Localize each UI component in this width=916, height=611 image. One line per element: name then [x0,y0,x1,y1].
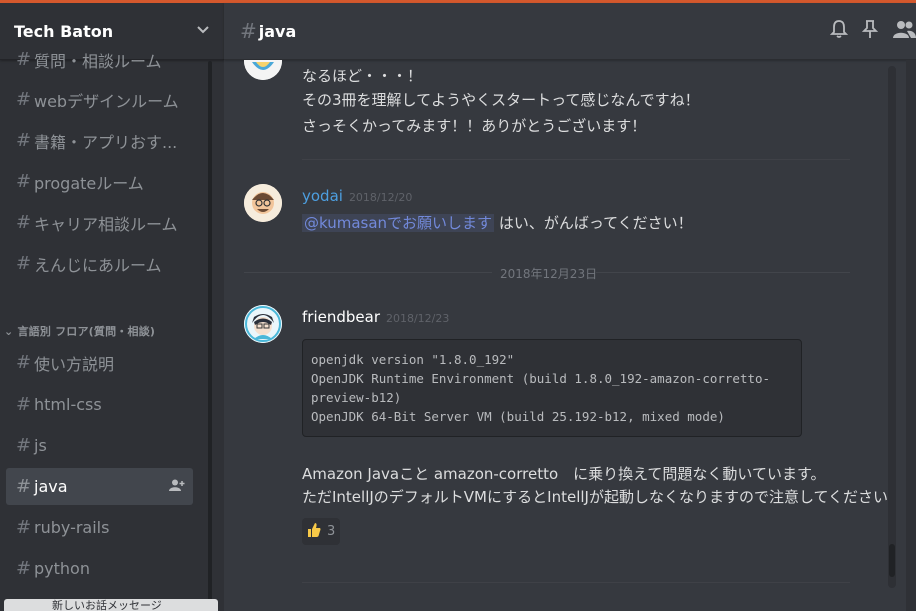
channel-label: ruby-rails [34,518,110,537]
reaction-count: 3 [327,524,336,539]
sidebar-scrollbar[interactable] [208,61,212,611]
chat-scrollbar-track[interactable] [888,66,896,588]
date-separator: 2018年12月23日 [244,265,850,281]
message-text: さっそくかってみます！！ありがとうございます！ [302,117,647,135]
channel-label: python [34,559,90,578]
channel-item[interactable]: # キャリア相談ルーム [6,204,193,241]
channel-item[interactable]: # 使い方説明 [6,344,193,381]
channel-sidebar: Tech Baton # 質問・相談ルーム # webデザインルーム # 書籍・… [0,3,224,611]
hash-icon: # [16,558,32,579]
message-text: ただIntellJのデフォルトVMにするとIntellJが起動しなくなりますので… [302,488,904,506]
timestamp: 2018/12/23 [385,312,450,325]
message-text: なるほど・・・！ [302,67,423,85]
channel-label: 書籍・アプリおす... [34,132,178,152]
bell-icon[interactable] [830,19,848,39]
user-mention[interactable]: @kumasanでお願いします [302,214,495,232]
category-header[interactable]: ⌄ 言語別 フロア(質問・相談) [4,323,155,339]
message-list: なるほど・・・！ その3冊を理解してようやくスタートって感じなんですね！ さっそ… [224,60,916,611]
code-line: OpenJDK 64-Bit Server VM (build 25.192-b… [311,409,725,424]
category-chevron-icon: ⌄ [4,325,18,338]
channel-label: webデザインルーム [34,91,179,111]
channel-item[interactable]: # ruby-rails [6,509,193,546]
separator-line [596,272,850,273]
channel-label: えんじにあルーム [34,255,162,275]
hash-icon: # [16,253,32,274]
channel-label: java [34,477,68,496]
channel-label: 使い方説明 [34,354,115,374]
hash-icon: # [16,435,32,456]
code-line: OpenJDK Runtime Environment (build 1.8.0… [311,371,771,386]
message-body: はい、がんばってください！ [494,214,693,232]
message-text: Amazon Javaこと amazon-corretto に乗り換えて問題なく… [302,465,826,483]
channel-label: progateルーム [34,173,144,193]
avatar[interactable] [244,60,282,80]
channel-title: java [258,21,297,41]
pin-icon[interactable] [862,19,878,39]
hash-icon: # [16,352,32,373]
channel-item[interactable]: # webデザインルーム [6,81,193,118]
hash-icon: # [16,212,32,233]
reaction-button[interactable]: 3 [302,518,340,545]
message-header: yodai 2018/12/20 [302,187,412,205]
hash-icon: # [16,49,32,70]
code-line: openjdk version "1.8.0_192" [311,352,515,367]
channel-item[interactable]: # python [6,550,193,587]
message-header: friendbear 2018/12/23 [302,308,449,326]
hash-icon: # [16,517,32,538]
channel-item-active[interactable]: # java [6,468,193,505]
message-divider [302,582,850,583]
chat-scrollbar-thumb[interactable] [889,544,895,577]
message-divider [302,159,850,160]
avatar[interactable] [244,184,282,222]
username[interactable]: friendbear [302,308,380,326]
add-user-icon[interactable] [169,479,185,494]
hash-icon: # [16,89,32,110]
channel-item[interactable]: # progateルーム [6,163,193,200]
channel-label: html-css [34,395,102,414]
avatar[interactable] [244,305,282,343]
hash-icon: # [16,476,32,497]
member-list-edge [906,60,916,611]
category-label: 言語別 フロア(質問・相談) [17,325,156,338]
members-icon[interactable] [892,19,916,39]
code-block[interactable]: openjdk version "1.8.0_192" OpenJDK Runt… [302,339,802,437]
channel-item[interactable]: # js [6,427,193,464]
message-text: @kumasanでお願いします はい、がんばってください！ [302,212,693,233]
chevron-down-icon[interactable] [196,23,210,39]
timestamp: 2018/12/20 [348,191,413,204]
header-toolbar [830,19,916,39]
channel-item[interactable]: # 質問・相談ルーム [6,41,193,78]
thumbs-up-icon [307,522,321,542]
channel-label: 質問・相談ルーム [34,51,162,71]
channel-header: # java [224,3,916,60]
channel-label: キャリア相談ルーム [34,214,178,234]
server-name: Tech Baton [14,21,114,41]
channel-item[interactable]: # えんじにあルーム [6,245,193,282]
hash-icon: # [16,130,32,151]
message-text: その3冊を理解してようやくスタートって感じなんですね！ [302,91,700,109]
hash-icon: # [16,171,32,192]
date-label: 2018年12月23日 [500,267,598,281]
hash-icon: # [240,19,257,43]
channel-label: js [34,436,47,455]
username[interactable]: yodai [302,187,343,205]
hash-icon: # [16,394,32,415]
code-line: preview-b12) [311,390,402,405]
channel-item[interactable]: # 書籍・アプリおす... [6,122,193,159]
separator-line [244,272,492,273]
channel-item[interactable]: # html-css [6,386,193,423]
new-messages-pill[interactable]: 新しいお話メッセージ [4,599,218,611]
